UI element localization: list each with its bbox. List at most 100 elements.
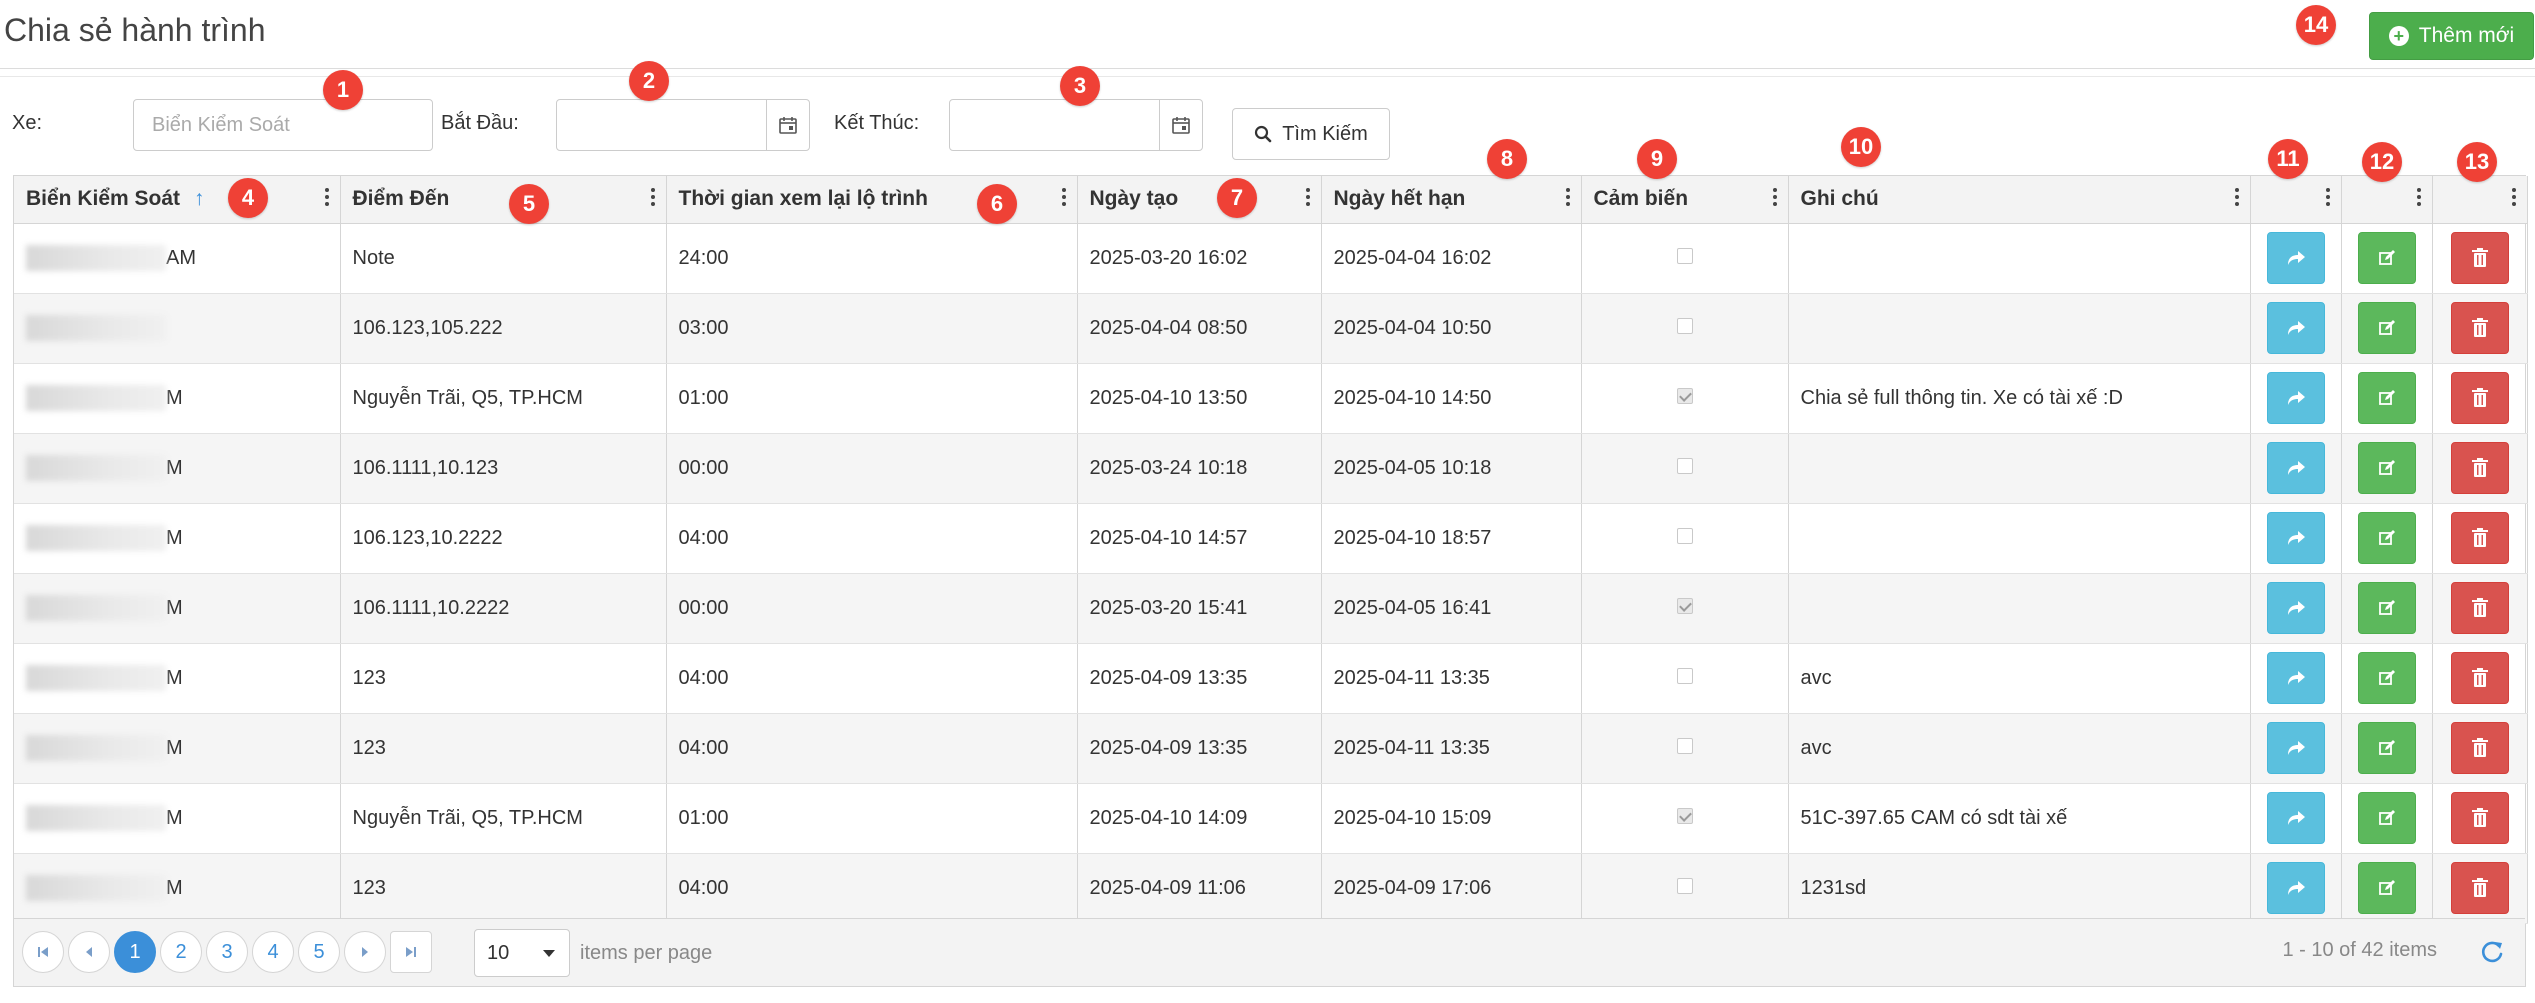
delete-button[interactable] xyxy=(2450,722,2509,774)
next-page-button[interactable] xyxy=(344,931,386,973)
column-header-note[interactable]: Ghi chú xyxy=(1788,176,2251,224)
share-button[interactable] xyxy=(2266,652,2325,704)
table-row[interactable]: M 106.1111,10.123 00:00 2025-03-24 10:18 202… xyxy=(14,433,2528,504)
table-row[interactable]: 106.123,105.222 03:00 2025-04-04 08:50 2025… xyxy=(14,293,2528,364)
end-date-field[interactable] xyxy=(950,100,1160,150)
share-button[interactable] xyxy=(2266,302,2325,354)
share-button[interactable] xyxy=(2266,862,2325,914)
last-page-button[interactable] xyxy=(390,931,432,973)
plate-suffix: M xyxy=(166,666,183,689)
table-row[interactable]: M 106.123,10.2222 04:00 2025-04-10 14:57 202… xyxy=(14,503,2528,574)
share-button[interactable] xyxy=(2266,582,2325,634)
column-header-expires[interactable]: Ngày hết hạn xyxy=(1321,176,1582,224)
add-new-button[interactable]: + Thêm mới xyxy=(2369,12,2534,60)
annotation-badge-13: 13 xyxy=(2457,142,2497,182)
delete-button[interactable] xyxy=(2450,582,2509,634)
delete-button[interactable] xyxy=(2450,442,2509,494)
column-header-delete[interactable] xyxy=(2432,176,2528,224)
edit-icon xyxy=(2377,668,2397,688)
dropdown-caret-icon xyxy=(543,950,555,957)
column-menu-icon[interactable] xyxy=(650,188,656,206)
page-button-1[interactable]: 1 xyxy=(114,931,156,973)
delete-button[interactable] xyxy=(2450,302,2509,354)
edit-button[interactable] xyxy=(2357,302,2416,354)
edit-button[interactable] xyxy=(2357,512,2416,564)
share-button[interactable] xyxy=(2266,512,2325,564)
share-button[interactable] xyxy=(2266,722,2325,774)
page-button-4[interactable]: 4 xyxy=(252,931,294,973)
first-page-button[interactable] xyxy=(22,931,64,973)
delete-button[interactable] xyxy=(2450,792,2509,844)
delete-button[interactable] xyxy=(2450,372,2509,424)
column-header-edit[interactable] xyxy=(2341,176,2433,224)
edit-button[interactable] xyxy=(2357,722,2416,774)
page-button-5[interactable]: 5 xyxy=(298,931,340,973)
edit-button[interactable] xyxy=(2357,652,2416,704)
edit-button[interactable] xyxy=(2357,372,2416,424)
redacted-plate xyxy=(26,525,166,551)
column-menu-icon[interactable] xyxy=(1305,188,1311,206)
plate-suffix: M xyxy=(166,456,183,479)
cell-destination: 123 xyxy=(340,713,667,784)
delete-button[interactable] xyxy=(2450,652,2509,704)
search-button[interactable]: Tìm Kiếm xyxy=(1232,108,1390,160)
cell-plate: AM xyxy=(14,223,341,294)
start-date-field[interactable] xyxy=(557,100,767,150)
share-button[interactable] xyxy=(2266,442,2325,494)
calendar-icon[interactable] xyxy=(1160,100,1202,150)
table-row[interactable]: M 106.1111,10.2222 00:00 2025-03-20 15:41 20… xyxy=(14,573,2528,644)
last-page-icon xyxy=(406,947,416,957)
table-row[interactable]: M Nguyễn Trãi, Q5, TP.HCM 01:00 2025-04-10 … xyxy=(14,783,2528,854)
edit-button[interactable] xyxy=(2357,232,2416,284)
delete-button[interactable] xyxy=(2450,512,2509,564)
cell-share xyxy=(2250,783,2342,854)
edit-button[interactable] xyxy=(2357,442,2416,494)
edit-button[interactable] xyxy=(2357,582,2416,634)
page-button-3[interactable]: 3 xyxy=(206,931,248,973)
delete-button[interactable] xyxy=(2450,232,2509,284)
column-header-destination[interactable]: Điểm Đến xyxy=(340,176,667,224)
cell-note xyxy=(1788,293,2251,364)
table-row[interactable]: AM Note 24:00 2025-03-20 16:02 2025-04-04 16… xyxy=(14,223,2528,294)
column-header-sensor[interactable]: Cảm biến xyxy=(1581,176,1789,224)
calendar-icon[interactable] xyxy=(767,100,809,150)
share-button[interactable] xyxy=(2266,792,2325,844)
start-date-label: Bắt Đầu: xyxy=(441,112,519,134)
table-row[interactable]: M 123 04:00 2025-04-09 11:06 2025-04-09 17:0… xyxy=(14,853,2528,924)
column-menu-icon[interactable] xyxy=(1061,188,1067,206)
column-menu-icon[interactable] xyxy=(2325,188,2331,206)
previous-page-button[interactable] xyxy=(68,931,110,973)
share-icon xyxy=(2285,809,2307,827)
delete-button[interactable] xyxy=(2450,862,2509,914)
column-menu-icon[interactable] xyxy=(1772,188,1778,206)
column-header-plate[interactable]: Biển Kiểm Soát ↑ xyxy=(14,176,341,224)
column-header-share[interactable] xyxy=(2250,176,2342,224)
table-row[interactable]: M 123 04:00 2025-04-09 13:35 2025-04-11 13:3… xyxy=(14,643,2528,714)
share-icon xyxy=(2285,249,2307,267)
table-row[interactable]: M 123 04:00 2025-04-09 13:35 2025-04-11 13:3… xyxy=(14,713,2528,784)
share-button[interactable] xyxy=(2266,232,2325,284)
column-menu-icon[interactable] xyxy=(2416,188,2422,206)
add-new-label: Thêm mới xyxy=(2418,24,2515,47)
refresh-icon[interactable] xyxy=(2477,937,2507,967)
start-date-picker[interactable] xyxy=(556,99,810,151)
column-menu-icon[interactable] xyxy=(2234,188,2240,206)
page-button-2[interactable]: 2 xyxy=(160,931,202,973)
redacted-plate xyxy=(26,595,166,621)
sort-ascending-icon[interactable]: ↑ xyxy=(194,187,205,210)
items-per-page-select[interactable]: 10 xyxy=(474,929,570,977)
share-icon xyxy=(2285,599,2307,617)
column-header-created[interactable]: Ngày tạo xyxy=(1077,176,1322,224)
plate-search-input[interactable] xyxy=(133,99,433,151)
share-button[interactable] xyxy=(2266,372,2325,424)
edit-button[interactable] xyxy=(2357,862,2416,914)
share-icon xyxy=(2285,389,2307,407)
table-row[interactable]: M Nguyễn Trãi, Q5, TP.HCM 01:00 2025-04-10 … xyxy=(14,363,2528,434)
end-date-picker[interactable] xyxy=(949,99,1203,151)
column-menu-icon[interactable] xyxy=(2511,188,2517,206)
cell-created: 2025-04-04 08:50 xyxy=(1077,293,1322,364)
column-menu-icon[interactable] xyxy=(324,188,330,206)
cell-sensor xyxy=(1581,853,1789,924)
edit-button[interactable] xyxy=(2357,792,2416,844)
column-menu-icon[interactable] xyxy=(1565,188,1571,206)
